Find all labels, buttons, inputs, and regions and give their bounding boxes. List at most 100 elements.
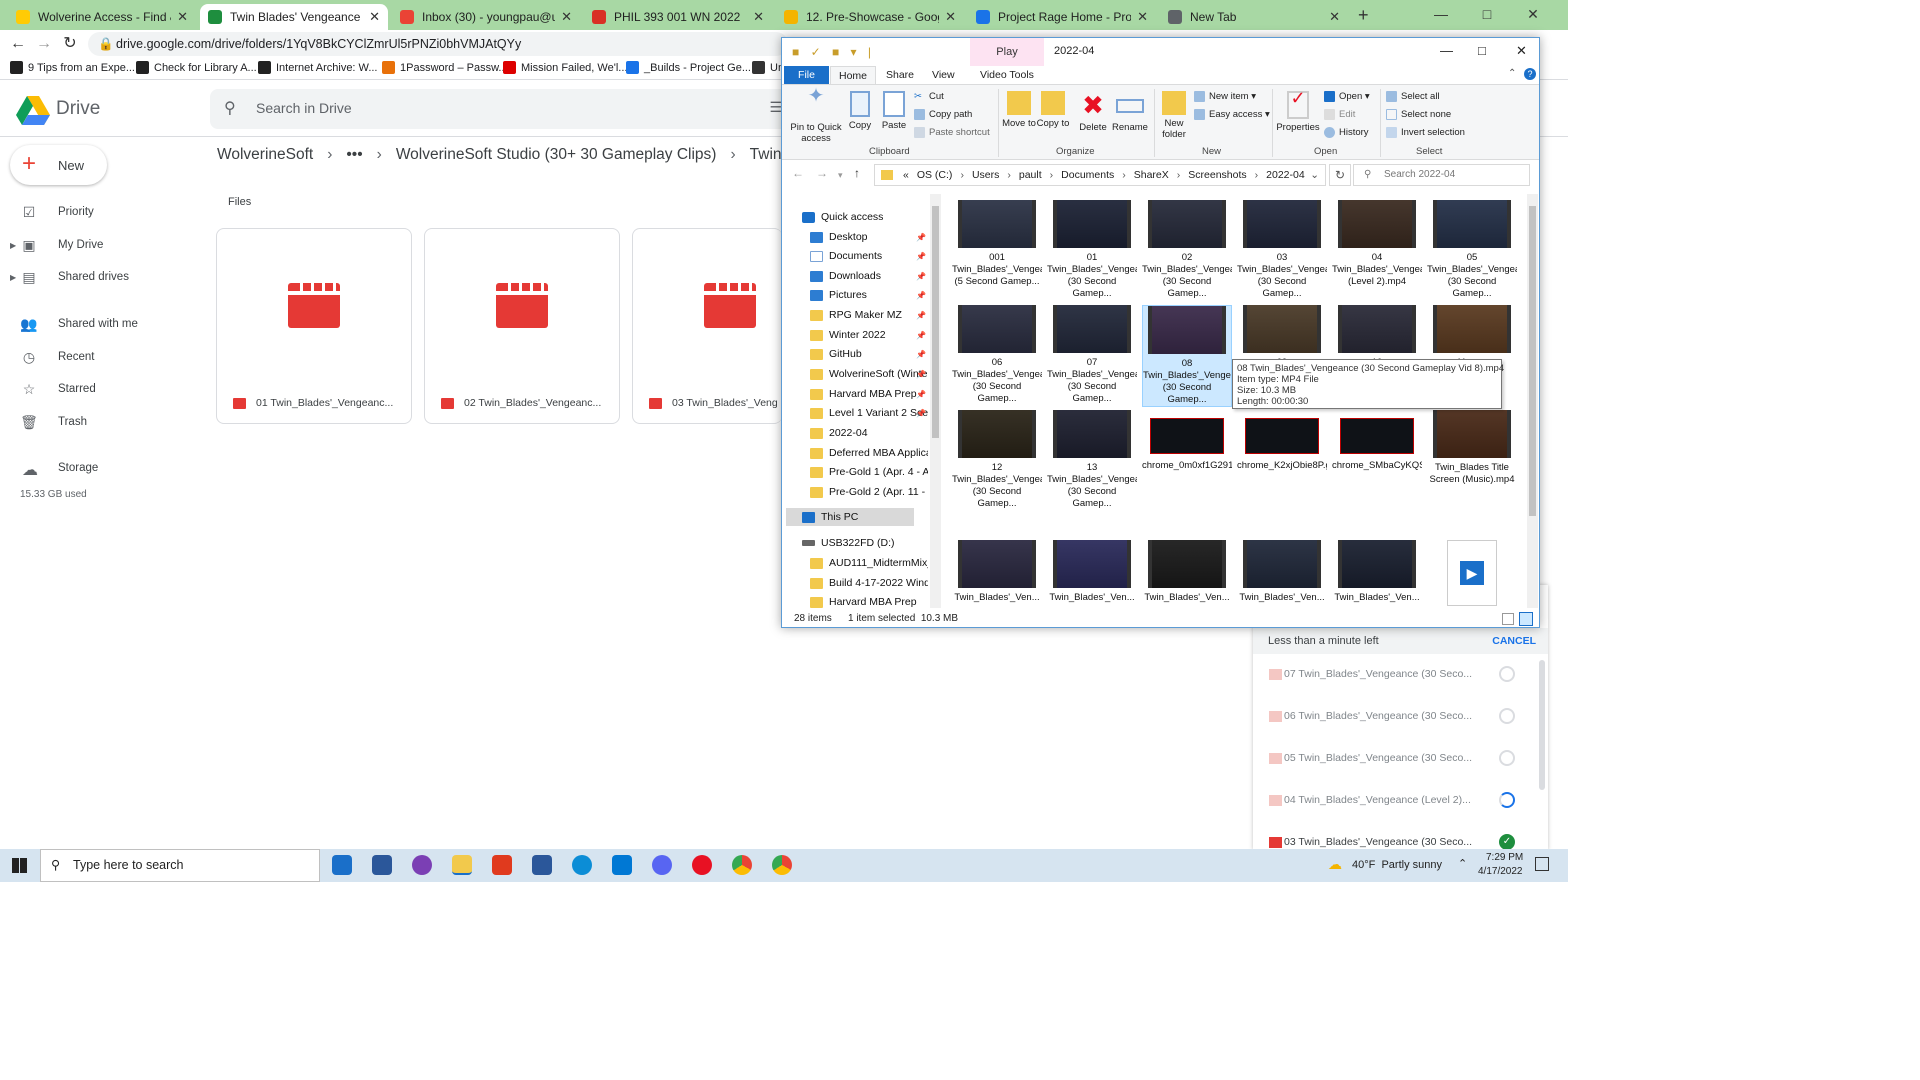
pin-icon[interactable]: 📌	[916, 291, 926, 300]
file-item[interactable]: 03 Twin_Blades'_Vengeance (30 Second Gam…	[1237, 200, 1327, 300]
breadcrumb-item[interactable]: •••	[346, 146, 362, 163]
file-item[interactable]: 08 Twin_Blades'_Vengeance (30 Second Gam…	[1142, 305, 1232, 407]
browser-tab[interactable]: 12. Pre-Showcase - Google Slid ✕	[776, 4, 964, 30]
address-segment[interactable]: Documents	[1061, 169, 1114, 181]
copy-to-button[interactable]: Copy to	[1036, 91, 1070, 129]
recent-locations-icon[interactable]: ▾	[838, 170, 843, 181]
file-item[interactable]: 06 Twin_Blades'_Vengeance (30 Second Gam…	[952, 305, 1042, 405]
file-item[interactable]: 05 Twin_Blades'_Vengeance (30 Second Gam…	[1427, 200, 1517, 300]
drive-nav-shared-with-me[interactable]: 👥 Shared with me	[20, 314, 138, 334]
copy-path-button[interactable]: Copy path	[914, 109, 972, 120]
upload-item[interactable]: 07 Twin_Blades'_Vengeance (30 Seco...	[1253, 655, 1538, 697]
windows-start-icon[interactable]	[12, 858, 27, 873]
upload-scrollbar[interactable]	[1539, 660, 1545, 790]
nav-item[interactable]: Documents 📌	[810, 247, 928, 265]
up-arrow-icon[interactable]: ↑	[854, 166, 860, 180]
browser-tab[interactable]: Inbox (30) - youngpau@umich.e ✕	[392, 4, 580, 30]
ribbon-tab-home[interactable]: Home	[830, 66, 877, 84]
navigation-scrollbar[interactable]	[930, 194, 941, 608]
address-segment[interactable]: Users	[972, 169, 999, 181]
mail-icon[interactable]	[372, 855, 392, 875]
file-item[interactable]: 001 Twin_Blades'_Vengeance (5 Second Gam…	[952, 200, 1042, 300]
paste-button[interactable]: Paste	[878, 91, 910, 131]
address-segment[interactable]: ShareX	[1134, 169, 1169, 181]
paste-shortcut-button[interactable]: Paste shortcut	[914, 127, 990, 138]
nav-item[interactable]: Downloads 📌	[810, 267, 928, 285]
pin-icon[interactable]: 📌	[916, 390, 926, 399]
notifications-icon[interactable]	[1535, 857, 1549, 871]
properties-button[interactable]: ✓ Properties	[1276, 89, 1320, 133]
pin-icon[interactable]: 📌	[916, 370, 926, 379]
file-item[interactable]: 12 Twin_Blades'_Vengeance (30 Second Gam…	[952, 410, 1042, 510]
drive-nav-recent[interactable]: ◷ Recent	[20, 347, 95, 367]
refresh-icon[interactable]: ↻	[1329, 164, 1351, 186]
bookmark-item[interactable]: 1Password – Passw...	[382, 61, 508, 74]
large-icons-view-icon[interactable]	[1519, 612, 1533, 626]
file-item[interactable]: 02 Twin_Blades'_Vengeance (30 Second Gam…	[1142, 200, 1232, 300]
address-dropdown-icon[interactable]: ⌄	[1310, 165, 1319, 185]
back-arrow-icon[interactable]: ←	[792, 166, 804, 180]
close-tab-icon[interactable]: ✕	[753, 9, 764, 25]
help-icon[interactable]: ?	[1524, 68, 1536, 80]
office-icon[interactable]	[492, 855, 512, 875]
tray-chevron-icon[interactable]: ⌃	[1458, 857, 1467, 870]
file-item[interactable]: 04 Twin_Blades'_Vengeance (Level 2).mp4	[1332, 200, 1422, 300]
forward-arrow-icon[interactable]: →	[816, 166, 828, 180]
ribbon-tab-view[interactable]: View	[924, 66, 963, 84]
nav-item[interactable]: Quick access	[802, 208, 920, 226]
file-item[interactable]: 01 Twin_Blades'_Vengeance (30 Second Gam…	[1047, 200, 1137, 300]
explorer-search-input[interactable]: ⚲ Search 2022-04	[1353, 164, 1530, 186]
browser-tab[interactable]: PHIL 393 001 WN 2022 ✕	[584, 4, 772, 30]
copy-button[interactable]: Copy	[844, 91, 876, 131]
easy-access-button[interactable]: Easy access ▾	[1194, 109, 1270, 120]
reload-icon[interactable]: ↻	[60, 34, 80, 54]
new-button[interactable]: + New	[10, 145, 107, 185]
edge-icon[interactable]	[572, 855, 592, 875]
drive-nav-trash[interactable]: 🗑 Trash	[20, 412, 87, 432]
new-folder-button[interactable]: New folder	[1156, 91, 1192, 140]
file-item[interactable]: Twin_Blades'_Ven...	[1332, 540, 1422, 608]
pin-quick-access-button[interactable]: ✦ Pin to Quick access	[788, 86, 844, 144]
pin-icon[interactable]: 📌	[916, 233, 926, 242]
close-window-button[interactable]: ✕	[1510, 0, 1556, 30]
nav-item[interactable]: Harvard MBA Prep 📌	[810, 385, 928, 403]
nav-item[interactable]: Pictures 📌	[810, 286, 928, 304]
expand-arrow-icon[interactable]: ▶	[10, 241, 16, 250]
file-item[interactable]: ▶Twin_Blades'_Ven...	[1427, 540, 1517, 608]
close-tab-icon[interactable]: ✕	[561, 9, 572, 25]
file-item[interactable]: Twin_Blades'_Ven...	[1142, 540, 1232, 608]
file-item[interactable]: 13 Twin_Blades'_Vengeance (30 Second Gam…	[1047, 410, 1137, 510]
pin-icon[interactable]: 📌	[916, 252, 926, 261]
nav-item[interactable]: USB322FD (D:)	[802, 534, 920, 552]
discord-icon[interactable]	[652, 855, 672, 875]
details-view-icon[interactable]	[1502, 613, 1514, 625]
nav-item[interactable]: Winter 2022 📌	[810, 326, 928, 344]
chrome-icon-alt[interactable]	[772, 855, 792, 875]
select-all-button[interactable]: Select all	[1386, 91, 1440, 102]
ribbon-tab-file[interactable]: File	[784, 66, 829, 84]
drive-search-input[interactable]: ⚲ Search in Drive ☰	[210, 89, 800, 129]
nav-item[interactable]: RPG Maker MZ 📌	[810, 306, 928, 324]
bookmark-item[interactable]: Mission Failed, We'l...	[503, 61, 627, 74]
explorer-address-bar[interactable]: « OS (C:) › Users › pault › Documents › ShareX › Sc…	[874, 164, 1326, 186]
file-item[interactable]: chrome_K2xjObie8P.gif	[1237, 410, 1327, 508]
pin-icon[interactable]: 📌	[916, 331, 926, 340]
open-button[interactable]: Open ▾	[1324, 91, 1370, 102]
pin-icon[interactable]: 📌	[916, 311, 926, 320]
file-item[interactable]: Twin_Blades'_Ven...	[1237, 540, 1327, 608]
rename-button[interactable]: Rename	[1110, 91, 1150, 133]
address-segment[interactable]: «	[903, 169, 909, 181]
bookmark-item[interactable]: 9 Tips from an Expe...	[10, 61, 135, 74]
drive-nav-priority[interactable]: ☑ Priority	[20, 202, 94, 222]
storage-label[interactable]: Storage	[58, 462, 98, 474]
nav-item[interactable]: GitHub 📌	[810, 345, 928, 363]
collapse-ribbon-icon[interactable]: ⌃	[1508, 68, 1516, 79]
select-none-button[interactable]: Select none	[1386, 109, 1451, 120]
vscode-icon[interactable]	[612, 855, 632, 875]
history-button[interactable]: History	[1324, 127, 1369, 138]
nav-item[interactable]: Harvard MBA Prep	[810, 593, 928, 608]
app-icon-red[interactable]	[692, 855, 712, 875]
nav-item[interactable]: Desktop 📌	[810, 228, 928, 246]
browser-tab[interactable]: Twin Blades' Vengeance Vidz - W ✕	[200, 4, 388, 30]
bookmark-item[interactable]: Internet Archive: W...	[258, 61, 378, 74]
